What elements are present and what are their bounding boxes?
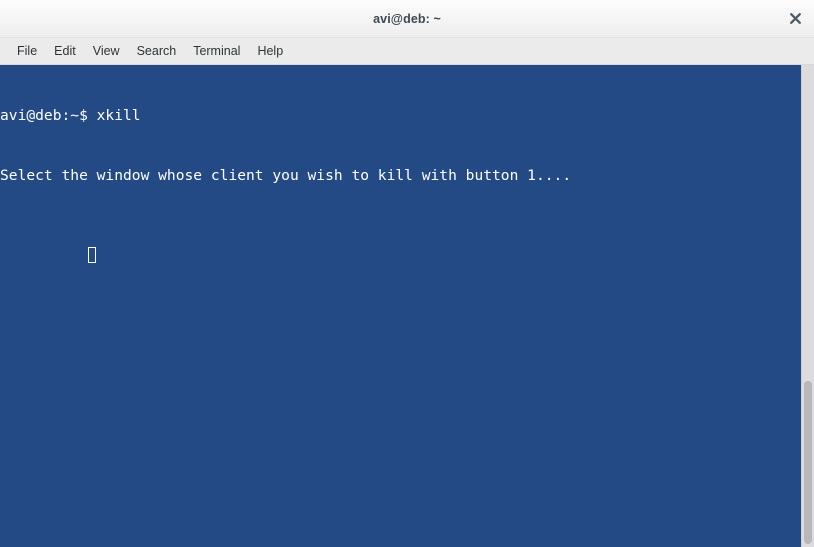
terminal-cursor-line — [0, 226, 801, 263]
menu-bar: File Edit View Search Terminal Help — [0, 38, 814, 65]
menu-item-edit[interactable]: Edit — [46, 42, 84, 60]
menu-item-help[interactable]: Help — [249, 42, 291, 60]
vertical-scrollbar[interactable] — [801, 65, 814, 547]
menu-item-search[interactable]: Search — [129, 42, 185, 60]
terminal-screen[interactable]: avi@deb:~$ xkill Select the window whose… — [0, 65, 801, 547]
menu-item-view[interactable]: View — [85, 42, 128, 60]
terminal-line: Select the window whose client you wish … — [0, 167, 572, 184]
terminal-window: avi@deb: ~ File Edit View Search Termina… — [0, 0, 814, 547]
terminal-line: avi@deb:~$ xkill — [0, 107, 141, 124]
terminal-area: avi@deb:~$ xkill Select the window whose… — [0, 65, 814, 547]
title-bar[interactable]: avi@deb: ~ — [0, 0, 814, 38]
terminal-cursor — [87, 247, 96, 263]
window-title: avi@deb: ~ — [373, 11, 441, 26]
scrollbar-thumb[interactable] — [804, 381, 812, 544]
menu-item-file[interactable]: File — [9, 42, 45, 60]
close-icon[interactable] — [784, 8, 806, 30]
menu-item-terminal[interactable]: Terminal — [185, 42, 248, 60]
terminal-output: avi@deb:~$ xkill Select the window whose… — [0, 65, 801, 286]
